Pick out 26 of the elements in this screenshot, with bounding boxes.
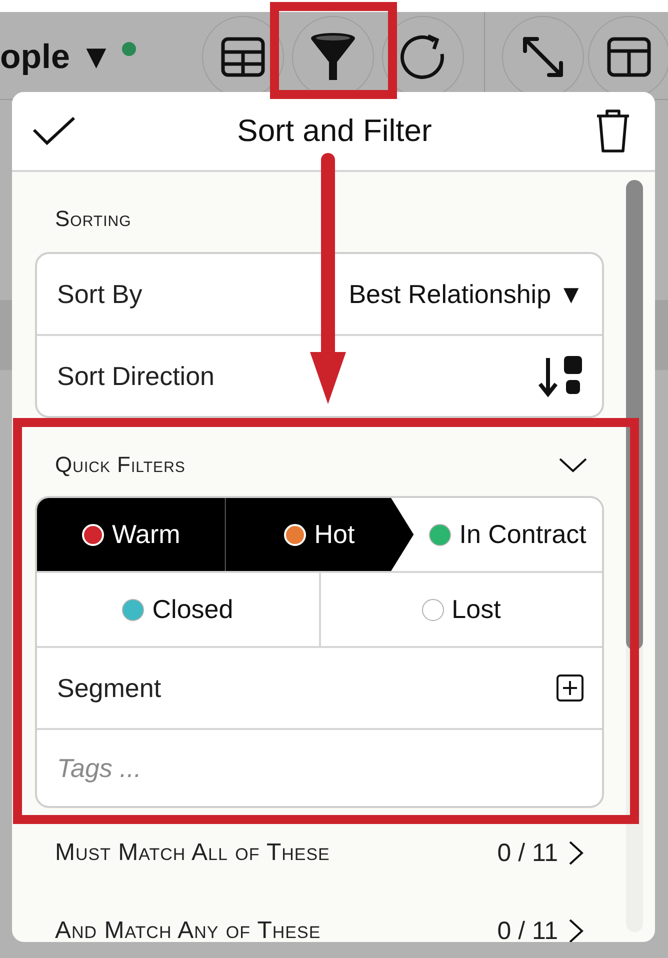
filter-chip[interactable]: Warm <box>37 498 226 571</box>
row-label: Segment <box>57 672 162 704</box>
row-label: Sort By <box>57 278 142 310</box>
chevron-right-icon[interactable] <box>568 840 584 866</box>
expand-icon <box>521 35 565 79</box>
match-count: 0 / 11 <box>497 916 558 942</box>
match-count: 0 / 11 <box>497 838 558 868</box>
sort-select[interactable]: Best Relationship ▼ <box>348 278 584 310</box>
popover-title: Sort and Filter <box>237 113 432 149</box>
sort-direction-icon[interactable] <box>538 354 584 398</box>
check-icon[interactable] <box>32 116 76 146</box>
row-label: Sort Direction <box>57 360 214 392</box>
app-title[interactable]: ople ▼ <box>0 38 113 77</box>
layout-icon <box>607 37 651 77</box>
chevron-right-icon[interactable] <box>568 918 584 942</box>
section-heading: Quick Filters <box>54 452 186 478</box>
filter-chip[interactable]: Hot <box>225 498 414 571</box>
match-label[interactable]: And Match Any of These <box>35 917 488 942</box>
tags-field[interactable]: Tags ... <box>57 752 584 784</box>
funnel-icon <box>309 32 357 82</box>
section-heading: Sorting <box>54 206 132 232</box>
add-icon[interactable] <box>556 674 584 702</box>
table-icon <box>221 37 265 77</box>
match-label[interactable]: Must Match All of These <box>35 839 488 867</box>
chevron-icon[interactable] <box>558 456 588 474</box>
status-dot <box>122 42 136 56</box>
